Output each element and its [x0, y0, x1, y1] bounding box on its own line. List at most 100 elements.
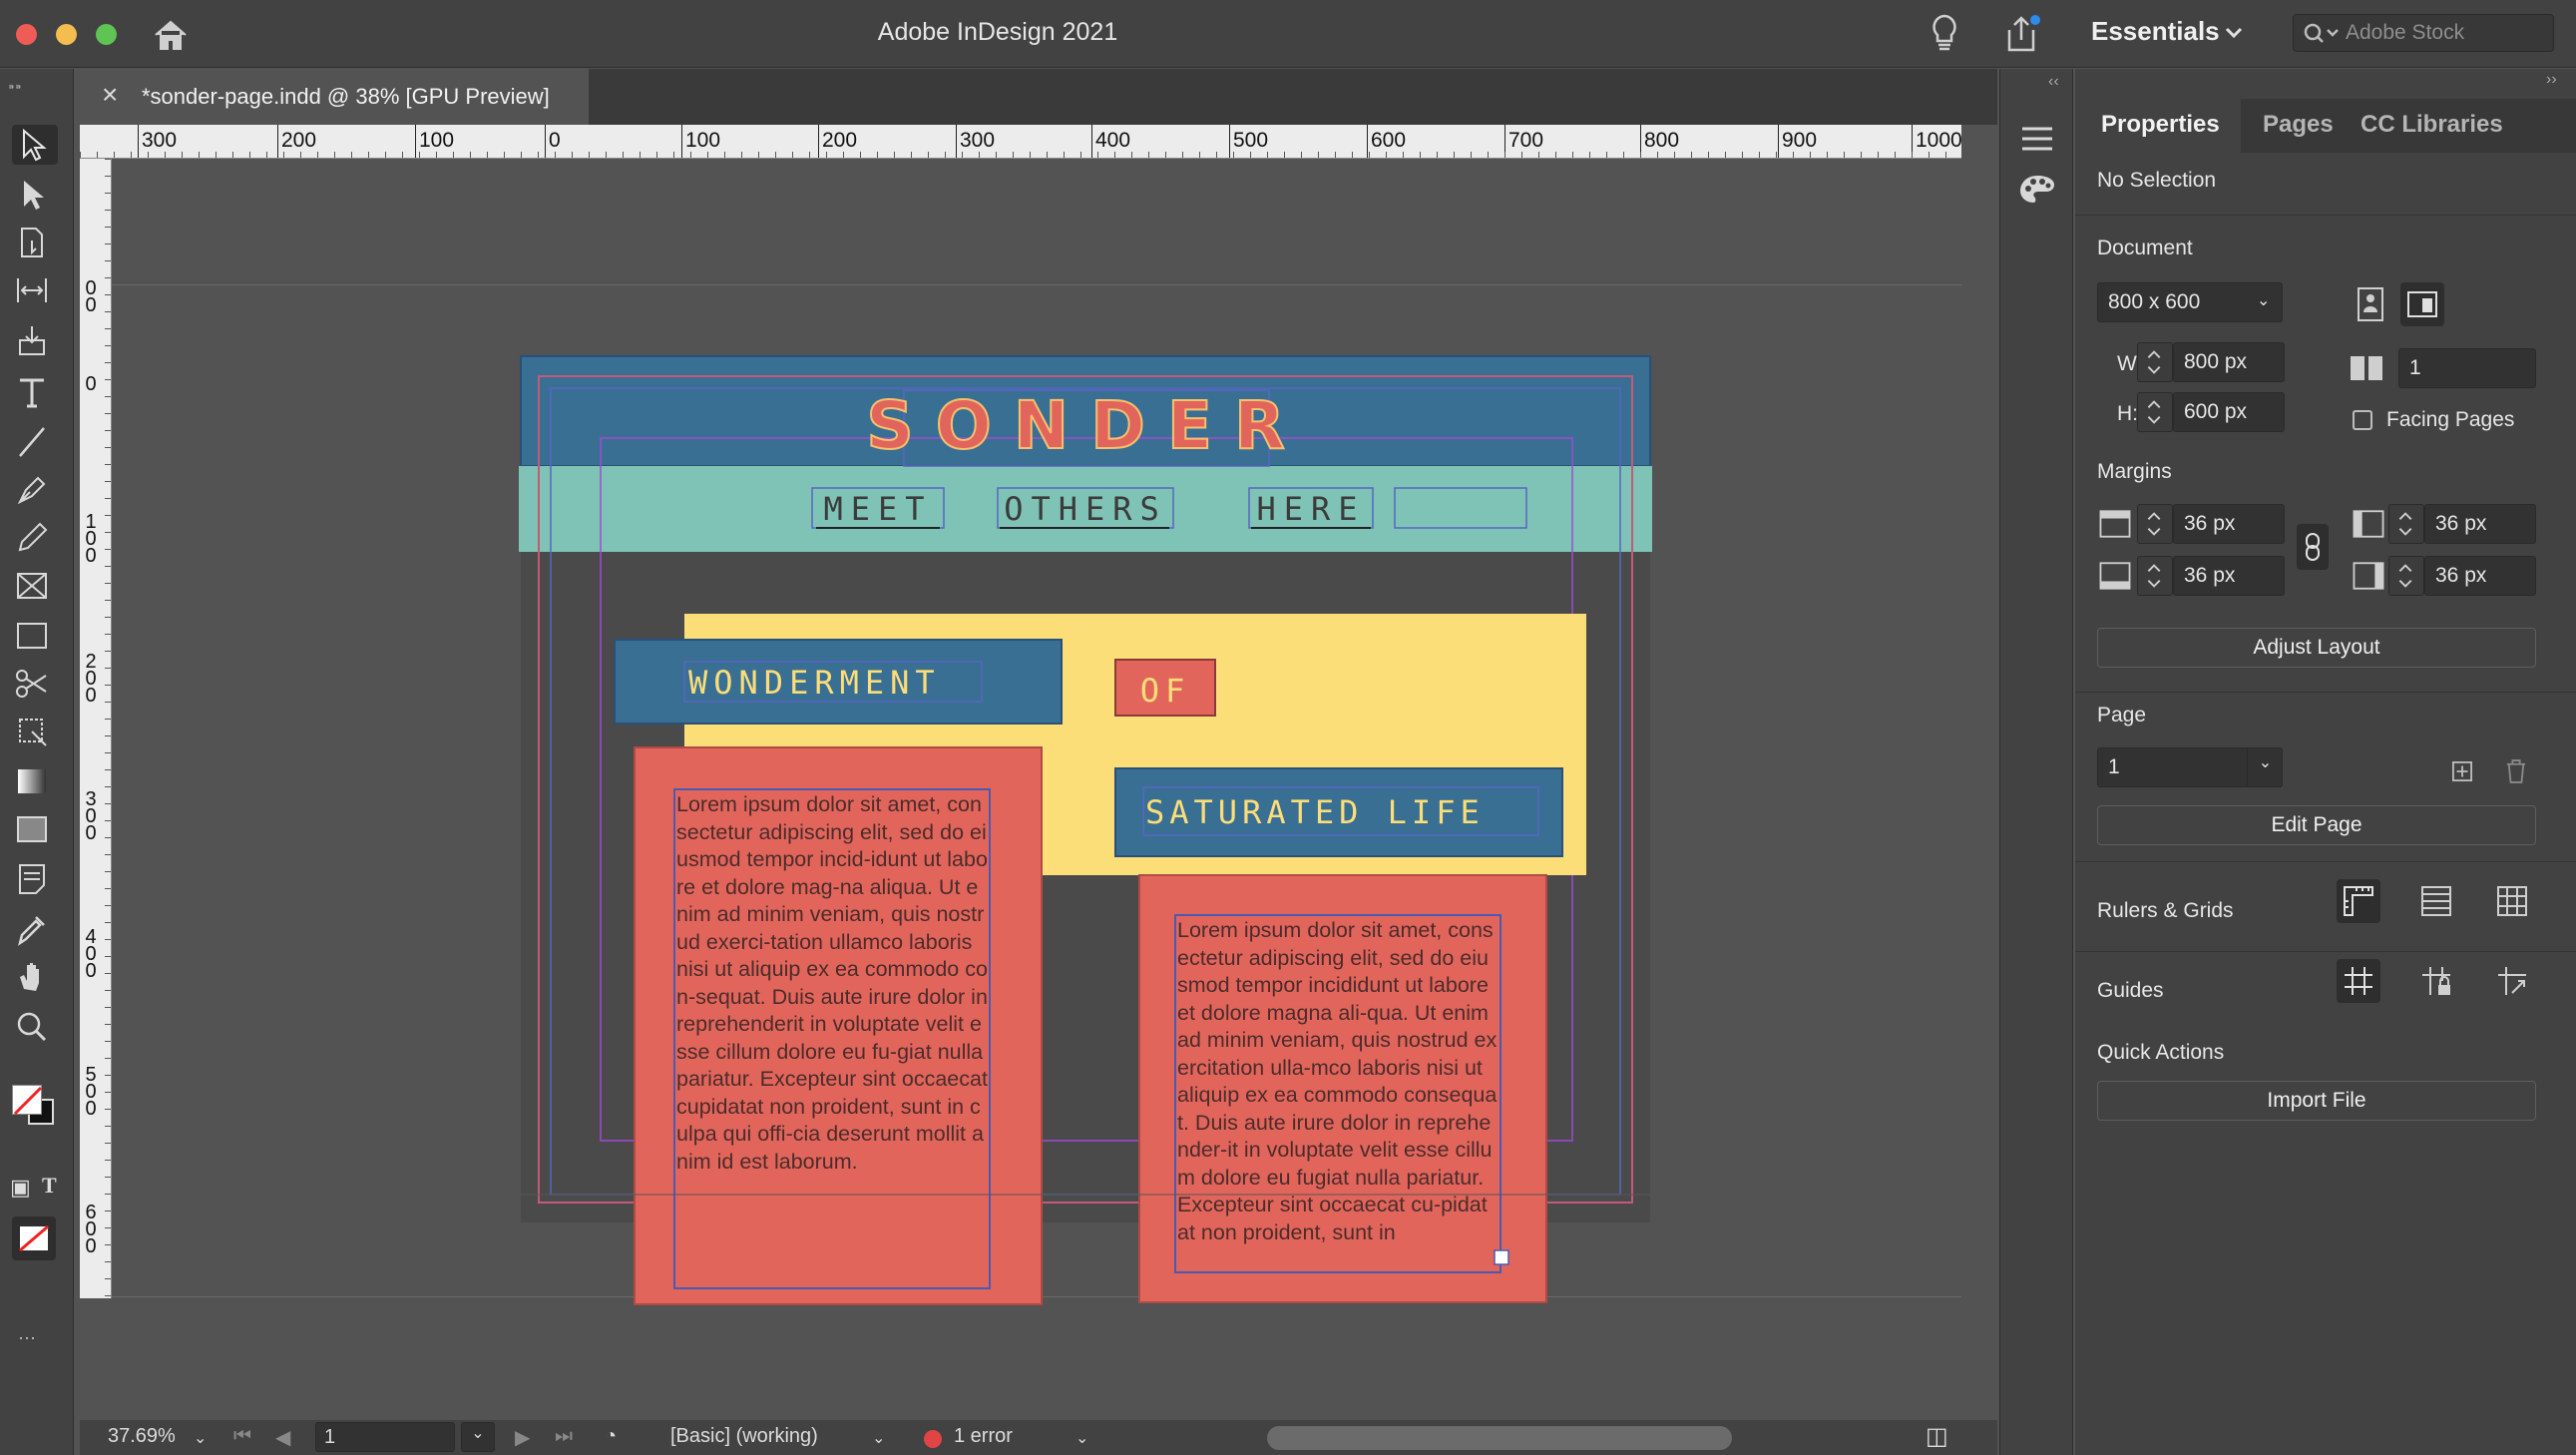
split-layout-icon[interactable]: ◫	[1926, 1422, 1948, 1451]
edit-page-button[interactable]: Edit Page	[2097, 805, 2536, 845]
first-page-icon[interactable]: ⏮	[233, 1425, 251, 1448]
color-theme-icon[interactable]	[2018, 173, 2056, 207]
landscape-orientation-icon[interactable]	[2400, 282, 2444, 326]
zoom-tool-icon[interactable]	[12, 1007, 58, 1047]
rectangle-tool-icon[interactable]	[12, 616, 58, 656]
baseline-grid-icon[interactable]	[2414, 879, 2458, 923]
ruler-h-minor-tick	[538, 152, 539, 158]
margin-bottom-input[interactable]: 36 px	[2173, 556, 2285, 596]
ruler-v-minor-tick	[105, 396, 111, 397]
ruler-v-minor-tick	[105, 1143, 111, 1144]
lock-guides-icon[interactable]	[2414, 959, 2458, 1003]
delete-page-icon[interactable]	[2496, 751, 2540, 795]
margin-top-input[interactable]: 36 px	[2173, 504, 2285, 544]
workspace-switcher[interactable]: Essentials	[2091, 16, 2220, 47]
rectangle-frame-tool-icon[interactable]	[12, 566, 58, 606]
zoom-level[interactable]: 37.69%	[108, 1425, 176, 1448]
expand-panel-icon[interactable]: ››	[2546, 71, 2557, 89]
document-canvas[interactable]: SONDER MEET OTHERS HERE WONDERMENT OF SA…	[112, 159, 1961, 1420]
apply-none-icon[interactable]	[12, 1216, 56, 1260]
smart-guides-icon[interactable]	[2490, 959, 2534, 1003]
margin-outside-stepper-icon[interactable]	[2388, 556, 2424, 596]
width-stepper-icon[interactable]	[2137, 342, 2173, 382]
horizontal-scrollbar[interactable]	[1267, 1426, 1732, 1450]
page-number-field[interactable]: 1	[315, 1422, 455, 1452]
pencil-tool-icon[interactable]	[12, 518, 58, 558]
scissors-tool-icon[interactable]	[12, 664, 58, 704]
adobe-stock-search-input[interactable]: Adobe Stock	[2293, 14, 2554, 52]
gradient-swatch-tool-icon[interactable]	[12, 761, 58, 801]
height-stepper-icon[interactable]	[2137, 392, 2173, 432]
preflight-chevron-down-icon[interactable]: ⌄	[872, 1428, 885, 1448]
fill-stroke-swatches[interactable]	[8, 1077, 68, 1137]
margin-inside-stepper-icon[interactable]	[2388, 504, 2424, 544]
panel-grip-icon[interactable]: ⁍⁍	[8, 79, 22, 96]
lightbulb-icon[interactable]	[1928, 12, 1961, 56]
margin-top-stepper-icon[interactable]	[2137, 504, 2173, 544]
pages-count-input[interactable]: 1	[2398, 348, 2536, 388]
width-input[interactable]: 800 px	[2173, 342, 2285, 382]
vertical-ruler[interactable]: 000100200300400500600	[80, 159, 112, 1298]
note-tool-icon[interactable]	[12, 859, 58, 899]
page-chevron-down-icon[interactable]: ⌄	[461, 1422, 495, 1452]
close-tab-icon[interactable]: ×	[102, 79, 118, 111]
page-design[interactable]: SONDER MEET OTHERS HERE WONDERMENT OF SA…	[112, 159, 1961, 1420]
errors-chevron-down-icon[interactable]: ⌄	[1075, 1428, 1088, 1448]
status-bar: 37.69% ⌄ ⏮ ◀ 1 ⌄ ▶ ⏭ ◔ [Basic] (working)…	[80, 1420, 1997, 1455]
tab-pages[interactable]: Pages	[2263, 111, 2334, 139]
error-count[interactable]: 1 error	[954, 1425, 1013, 1448]
show-rulers-icon[interactable]	[2337, 879, 2380, 923]
previous-page-icon[interactable]: ◀	[275, 1425, 290, 1450]
screen-mode-icon[interactable]: ⋯	[18, 1328, 36, 1349]
preflight-icon[interactable]: ◔	[605, 1425, 617, 1448]
gradient-feather-tool-icon[interactable]	[12, 809, 58, 849]
portrait-orientation-icon[interactable]	[2349, 282, 2392, 326]
document-tab-bar: × *sonder-page.indd @ 38% [GPU Preview]	[80, 69, 1997, 125]
tab-properties[interactable]: Properties	[2101, 111, 2220, 139]
preset-chevron-down-icon[interactable]: ⌄	[2257, 290, 2270, 310]
ruler-v-minor-tick	[105, 922, 111, 923]
document-tab[interactable]: × *sonder-page.indd @ 38% [GPU Preview]	[80, 69, 589, 125]
gap-tool-icon[interactable]	[12, 270, 58, 310]
direct-selection-tool-icon[interactable]	[12, 175, 58, 215]
text-formatting-icon[interactable]: T	[42, 1173, 57, 1199]
chevron-down-icon[interactable]	[2223, 22, 2245, 44]
adjust-layout-button[interactable]: Adjust Layout	[2097, 628, 2536, 668]
facing-pages-checkbox[interactable]	[2353, 410, 2372, 430]
share-icon[interactable]	[2001, 14, 2041, 54]
ruler-h-minor-tick	[555, 152, 556, 158]
container-formatting-icon[interactable]: ▣	[10, 1175, 31, 1201]
show-guides-icon[interactable]	[2337, 959, 2380, 1003]
ruler-h-minor-tick	[1420, 152, 1421, 158]
document-preset-select[interactable]: 800 x 600	[2097, 282, 2283, 322]
properties-panel-icon[interactable]	[2020, 125, 2054, 153]
add-page-icon[interactable]	[2442, 751, 2486, 795]
page-chevron-down-icon[interactable]: ⌄	[2247, 747, 2283, 787]
collapse-dock-icon[interactable]: ‹‹	[2048, 73, 2059, 91]
zoom-chevron-down-icon[interactable]: ⌄	[194, 1428, 207, 1448]
ruler-h-label: 100	[419, 129, 455, 152]
line-tool-icon[interactable]	[12, 422, 58, 462]
document-grid-icon[interactable]	[2490, 879, 2534, 923]
height-input[interactable]: 600 px	[2173, 392, 2285, 432]
margin-inside-input[interactable]: 36 px	[2424, 504, 2536, 544]
hand-tool-icon[interactable]	[12, 957, 58, 997]
ruler-h-minor-tick	[606, 152, 607, 158]
tab-cc-libraries[interactable]: CC Libraries	[2361, 111, 2503, 139]
last-page-icon[interactable]: ⏭	[555, 1425, 573, 1448]
margin-bottom-stepper-icon[interactable]	[2137, 556, 2173, 596]
preflight-profile[interactable]: [Basic] (working)	[670, 1425, 818, 1448]
link-margins-icon[interactable]	[2297, 524, 2329, 570]
import-file-button[interactable]: Import File	[2097, 1081, 2536, 1121]
margin-outside-input[interactable]: 36 px	[2424, 556, 2536, 596]
page-tool-icon[interactable]	[12, 223, 58, 262]
next-page-icon[interactable]: ▶	[515, 1425, 530, 1450]
free-transform-tool-icon[interactable]	[12, 712, 58, 751]
eyedropper-tool-icon[interactable]	[12, 909, 58, 949]
selection-tool-icon[interactable]	[12, 125, 58, 165]
horizontal-ruler[interactable]: 300 200 100 0 100 200 300 400 500 600 700 800 900 100…	[80, 125, 1961, 159]
content-collector-tool-icon[interactable]	[12, 320, 58, 360]
pen-tool-icon[interactable]	[12, 470, 58, 510]
ruler-h-minor-tick	[368, 152, 369, 158]
type-tool-icon[interactable]	[12, 372, 58, 412]
